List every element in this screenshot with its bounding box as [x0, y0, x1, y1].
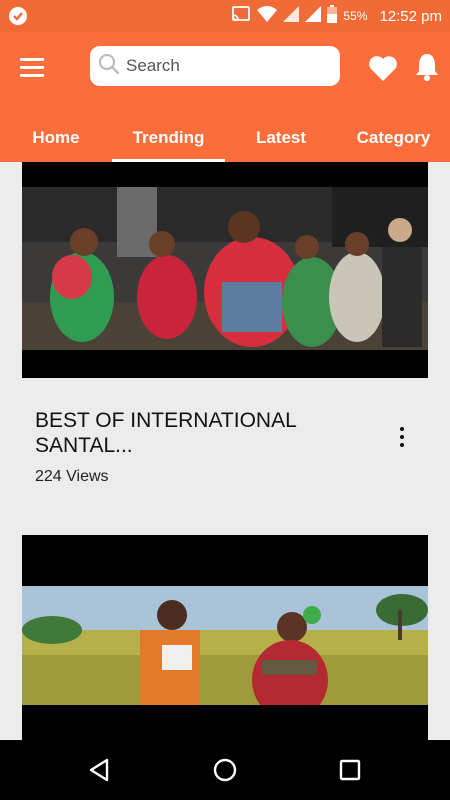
cast-icon	[231, 5, 251, 27]
heart-icon[interactable]	[368, 54, 398, 82]
tab-category[interactable]: Category	[337, 114, 450, 162]
wifi-icon	[257, 5, 278, 27]
more-options-icon[interactable]	[391, 424, 413, 450]
hamburger-menu-icon[interactable]	[20, 54, 50, 80]
tab-trending[interactable]: Trending	[112, 114, 225, 162]
status-bar: 55% 12:52 pm	[0, 0, 450, 32]
tab-latest[interactable]: Latest	[225, 114, 337, 162]
battery-percent: 55%	[343, 9, 368, 23]
search-placeholder: Search	[126, 56, 180, 75]
bell-icon[interactable]	[414, 52, 440, 82]
system-nav-bar	[0, 740, 450, 800]
video-feed[interactable]: BEST OF INTERNATIONAL SANTAL... 224 View…	[0, 162, 450, 740]
back-icon[interactable]	[85, 755, 115, 785]
video-thumbnail[interactable]	[22, 535, 428, 740]
app-notification-icon	[9, 7, 27, 25]
app-bar: Search Home Trending Latest Category	[0, 32, 450, 162]
recents-icon[interactable]	[335, 755, 365, 785]
video-views: 224 Views	[35, 468, 109, 485]
search-input[interactable]: Search	[90, 46, 340, 86]
tab-home[interactable]: Home	[0, 114, 112, 162]
search-icon	[98, 53, 120, 80]
signal-icon	[283, 5, 300, 27]
battery-icon	[327, 4, 338, 28]
video-thumbnail[interactable]	[22, 162, 428, 378]
video-title[interactable]: BEST OF INTERNATIONAL SANTAL...	[35, 408, 365, 458]
clock: 12:52 pm	[379, 7, 442, 25]
tab-bar: Home Trending Latest Category	[0, 114, 450, 162]
home-icon[interactable]	[210, 755, 240, 785]
signal-icon	[305, 5, 322, 27]
